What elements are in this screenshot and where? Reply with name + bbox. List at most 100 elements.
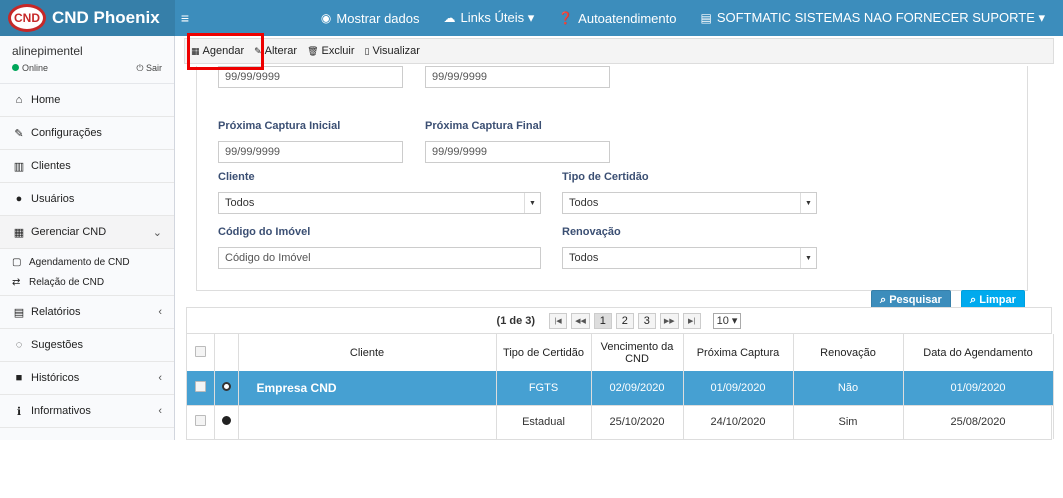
chevron-left-icon: ‹ bbox=[158, 306, 162, 318]
sidebar: alinepimentel Online ⏻ Sair ⌂ Home ✎ Confi… bbox=[0, 36, 175, 440]
col-cliente[interactable]: Cliente bbox=[238, 334, 497, 371]
page-2-button[interactable]: 2 bbox=[615, 312, 634, 329]
visualizar-button[interactable]: ▯ Visualizar bbox=[365, 45, 420, 57]
power-icon: ⏻ bbox=[136, 63, 144, 73]
table-row[interactable]: Estadual 25/10/2020 24/10/2020 Sim 25/08… bbox=[187, 404, 1054, 439]
radio-icon[interactable] bbox=[221, 416, 231, 426]
logout-button[interactable]: ⏻ Sair bbox=[136, 63, 162, 74]
page-1-button[interactable]: 1 bbox=[593, 312, 612, 329]
alterar-button[interactable]: ✎ Alterar bbox=[254, 45, 297, 57]
top-navbar: CND CND Phoenix ≡ ◉ Mostrar dados ☁ Links … bbox=[0, 0, 1063, 36]
checkbox-icon[interactable] bbox=[194, 380, 206, 392]
col-tipo[interactable]: Tipo de Certidão bbox=[496, 334, 592, 371]
proxima-final-label: Próxima Captura Final bbox=[425, 120, 542, 132]
renovacao-label: Renovação bbox=[562, 226, 621, 238]
imovel-input[interactable]: Código do Imóvel bbox=[218, 247, 541, 269]
brand-logo: CND bbox=[8, 4, 46, 32]
excluir-button[interactable]: 🗑 Excluir bbox=[307, 45, 354, 57]
last-page-button[interactable]: ▶| bbox=[682, 312, 701, 329]
sidebar-item-sugestoes[interactable]: ◌ Sugestões bbox=[0, 329, 174, 362]
online-dot-icon bbox=[12, 64, 19, 71]
hamburger-icon[interactable]: ≡ bbox=[175, 10, 195, 26]
sidebar-item-relatorios[interactable]: ▤ Relatórios ‹ bbox=[0, 296, 174, 329]
cell-proxima: 01/09/2020 bbox=[683, 371, 794, 405]
building-icon: ▥ bbox=[13, 160, 25, 173]
search-icon: ⌕ bbox=[970, 293, 980, 306]
page-3-button[interactable]: 3 bbox=[637, 312, 656, 329]
main-content: 99/99/9999 99/99/9999 Próxima Captura In… bbox=[176, 36, 1063, 440]
sidebar-item-config[interactable]: ✎ Configurações bbox=[0, 117, 174, 150]
question-icon: ❓ bbox=[558, 11, 574, 25]
cell-agendamento: 25/08/2020 bbox=[903, 404, 1054, 439]
eye-icon: ◉ bbox=[320, 11, 332, 25]
self-service-link[interactable]: ❓ Autoatendimento bbox=[546, 11, 688, 26]
action-toolbar: ▦ Agendar ✎ Alterar 🗑 Excluir ▯ Visualizar bbox=[184, 38, 1054, 64]
calendar-icon: ▢ bbox=[12, 256, 22, 268]
cloud-icon: ☁ bbox=[443, 11, 456, 25]
sidebar-item-home[interactable]: ⌂ Home bbox=[0, 84, 174, 117]
user-name: alinepimentel bbox=[12, 44, 83, 58]
user-panel: alinepimentel Online ⏻ Sair bbox=[0, 36, 174, 84]
cliente-select[interactable]: Todos ▼ bbox=[218, 192, 541, 214]
cell-agendamento: 01/09/2020 bbox=[903, 371, 1054, 405]
chevron-down-icon: ⌄ bbox=[152, 226, 162, 239]
next-page-button[interactable]: ▶▶ bbox=[659, 312, 679, 329]
col-renovacao[interactable]: Renovação bbox=[793, 334, 904, 371]
sidebar-item-informativos[interactable]: ℹ Informativos ‹ bbox=[0, 395, 174, 428]
useful-links-menu[interactable]: ☁ Links Úteis ▾ bbox=[432, 10, 547, 26]
sidebar-item-usuarios[interactable]: ● Usuários bbox=[0, 183, 174, 216]
proxima-final-input[interactable]: 99/99/9999 bbox=[425, 141, 610, 163]
date-end-input[interactable]: 99/99/9999 bbox=[425, 66, 610, 88]
sidebar-subitem-relacao[interactable]: ⇄ Relação de CND bbox=[0, 272, 174, 292]
user-icon: ● bbox=[15, 193, 23, 205]
table-row[interactable]: Empresa CND FGTS 02/09/2020 01/09/2020 N… bbox=[187, 371, 1054, 405]
sidebar-item-historicos[interactable]: ■ Históricos ‹ bbox=[0, 362, 174, 395]
chevron-left-icon: ‹ bbox=[158, 372, 162, 384]
cell-renovacao: Sim bbox=[793, 404, 904, 439]
checkbox-icon[interactable] bbox=[194, 345, 206, 357]
radio-icon[interactable] bbox=[221, 381, 231, 391]
trash-icon: 🗑 bbox=[307, 45, 319, 56]
paginator: (1 de 3) |◀ ◀◀ 1 2 3 ▶▶ ▶| 10 ▾ bbox=[187, 308, 1051, 334]
chevron-left-icon: ‹ bbox=[158, 405, 162, 417]
page-info: (1 de 3) bbox=[496, 314, 536, 327]
tipo-select[interactable]: Todos ▼ bbox=[562, 192, 817, 214]
proxima-inicial-label: Próxima Captura Inicial bbox=[218, 120, 341, 132]
sidebar-subitem-agendamento[interactable]: ▢ Agendamento de CND bbox=[0, 252, 174, 272]
col-vencimento[interactable]: Vencimento da CND bbox=[591, 334, 684, 371]
chat-icon: ◌ bbox=[15, 339, 23, 351]
pencil-icon: ✎ bbox=[254, 45, 262, 56]
caret-down-icon: ▼ bbox=[524, 193, 540, 213]
cell-tipo: FGTS bbox=[496, 371, 592, 405]
select-all-cell[interactable] bbox=[187, 334, 215, 371]
imovel-label: Código do Imóvel bbox=[218, 226, 311, 238]
cell-vencimento: 02/09/2020 bbox=[591, 371, 684, 405]
table-header-row: Cliente Tipo de Certidão Vencimento da C… bbox=[187, 334, 1054, 371]
col-proxima[interactable]: Próxima Captura bbox=[683, 334, 794, 371]
col-agendamento[interactable]: Data do Agendamento bbox=[903, 334, 1054, 371]
cell-cliente: Empresa CND bbox=[238, 371, 497, 405]
company-menu[interactable]: ▤ SOFTMATIC SISTEMAS NAO FORNECER SUPORTE… bbox=[688, 10, 1057, 26]
rows-per-page-select[interactable]: 10 ▾ bbox=[712, 312, 742, 329]
first-page-button[interactable]: |◀ bbox=[549, 312, 568, 329]
status-badge: Online bbox=[12, 63, 48, 74]
renovacao-select[interactable]: Todos ▼ bbox=[562, 247, 817, 269]
archive-icon: ■ bbox=[15, 372, 23, 384]
results-table: (1 de 3) |◀ ◀◀ 1 2 3 ▶▶ ▶| 10 ▾ Cliente … bbox=[186, 307, 1054, 440]
sidebar-item-clientes[interactable]: ▥ Clientes bbox=[0, 150, 174, 183]
brand[interactable]: CND CND Phoenix bbox=[0, 0, 175, 36]
sidebar-item-gerenciar[interactable]: ▦ Gerenciar CND ⌄ bbox=[0, 216, 174, 249]
proxima-inicial-input[interactable]: 99/99/9999 bbox=[218, 141, 403, 163]
show-data-link[interactable]: ◉ Mostrar dados bbox=[309, 11, 432, 26]
brand-title: CND Phoenix bbox=[52, 8, 160, 27]
file-icon: ▯ bbox=[364, 45, 370, 56]
caret-down-icon: ▼ bbox=[800, 248, 816, 268]
date-start-input[interactable]: 99/99/9999 bbox=[218, 66, 403, 88]
calendar-icon: ▦ bbox=[13, 226, 25, 239]
calendar-icon: ▦ bbox=[191, 45, 200, 56]
checkbox-icon[interactable] bbox=[194, 415, 206, 427]
home-icon: ⌂ bbox=[15, 94, 23, 106]
wrench-icon: ✎ bbox=[14, 127, 24, 140]
agendar-button[interactable]: ▦ Agendar bbox=[191, 45, 244, 57]
prev-page-button[interactable]: ◀◀ bbox=[571, 312, 590, 329]
